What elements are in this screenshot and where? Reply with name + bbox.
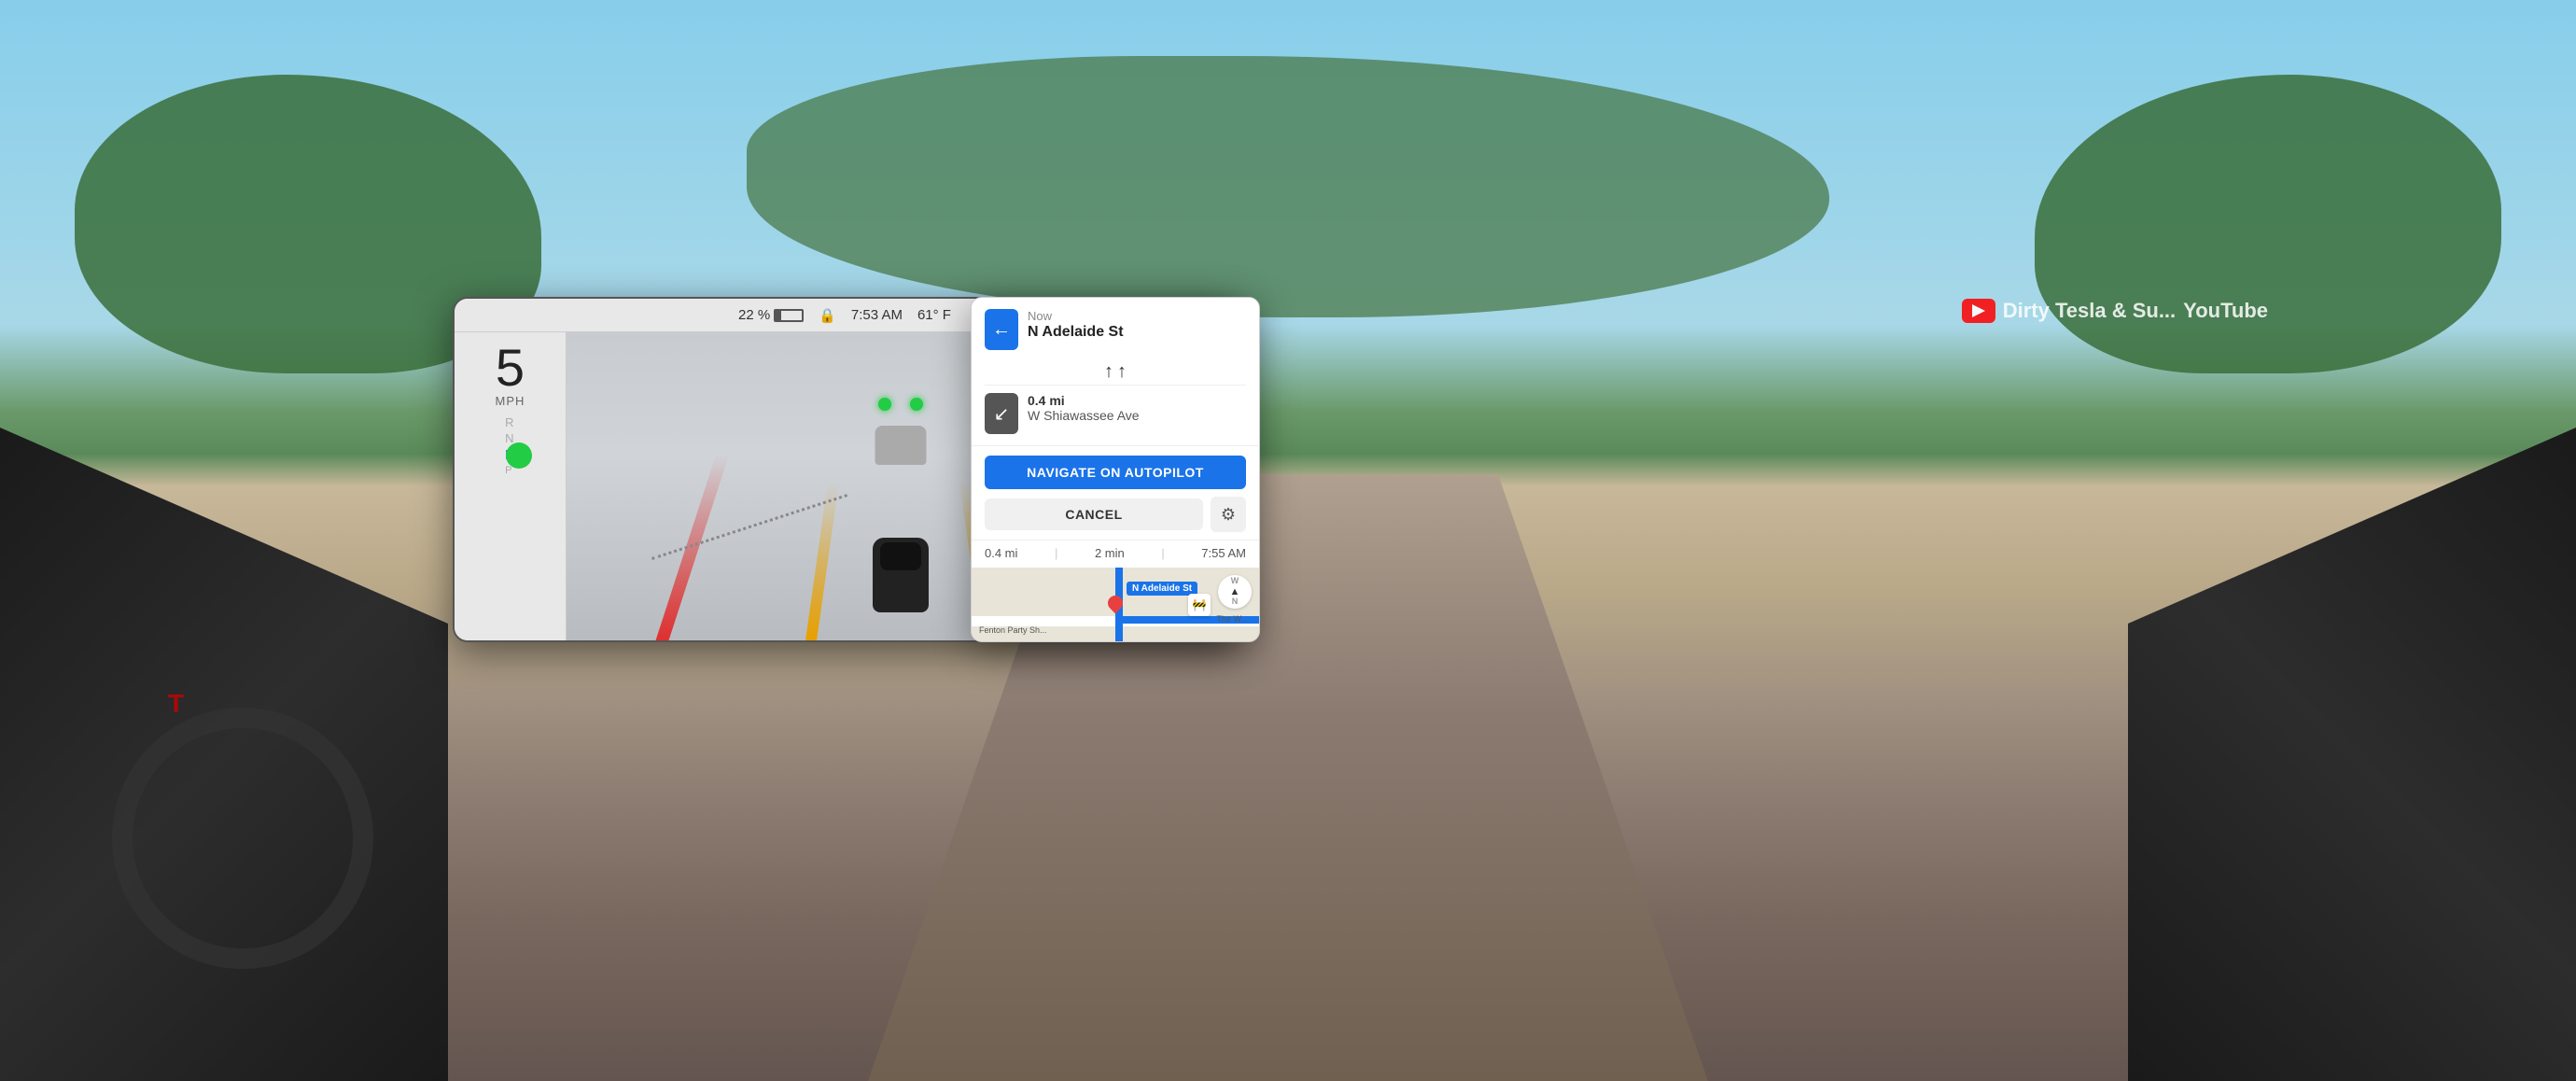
status-temp: 61° F <box>917 307 951 323</box>
map-fenton-label: Fenton Party Sh... <box>979 625 1047 635</box>
nav-map: N Adelaide St Fenton Party Sh... The W..… <box>972 568 1259 642</box>
trip-separator-1: | <box>1055 546 1057 560</box>
trip-time: 2 min <box>1095 546 1125 560</box>
nav-now-text: Now N Adelaide St <box>1028 309 1246 341</box>
nav-now-street: N Adelaide St <box>1028 323 1246 341</box>
traffic-light-2 <box>910 398 923 411</box>
cancel-button[interactable]: CANCEL <box>985 498 1203 530</box>
nav-arrows-row: ↑ ↑ <box>985 359 1246 385</box>
nav-turn-icon-now: ← <box>985 309 1018 350</box>
settings-gear-button[interactable]: ⚙ <box>1211 497 1246 532</box>
navigate-autopilot-button[interactable]: NAVIGATE ON AUTOPILOT <box>985 456 1246 489</box>
nav-now-row: ← Now N Adelaide St <box>985 309 1246 350</box>
trip-distance: 0.4 mi <box>985 546 1017 560</box>
youtube-play-icon <box>1972 304 1985 317</box>
nav-turn-arrow-now: ← <box>992 319 1011 341</box>
nav-next-street: W Shiawassee Ave <box>1028 408 1246 423</box>
nav-now-label: Now <box>1028 309 1246 323</box>
channel-info: Dirty Tesla & Su... YouTube <box>1962 299 2268 323</box>
nav-trip-row: 0.4 mi | 2 min | 7:55 AM <box>972 540 1259 568</box>
nav-next-text: 0.4 mi W Shiawassee Ave <box>1028 393 1246 423</box>
tesla-logo: T <box>168 689 224 726</box>
current-speed: 5 <box>496 342 525 394</box>
ego-car-viz <box>873 538 929 612</box>
nav-turn-icon-next: ↙ <box>985 393 1018 434</box>
speed-unit: MPH <box>496 394 525 408</box>
traffic-lights <box>878 398 923 411</box>
autopilot-indicator-dot <box>506 442 532 469</box>
up-arrow-1: ↑ <box>1104 361 1113 383</box>
map-construction-icon: 🚧 <box>1188 594 1211 616</box>
gear-r: R <box>505 415 515 429</box>
compass-label: W ▲ N <box>1230 577 1240 607</box>
nav-turn-arrow-next: ↙ <box>994 402 1010 426</box>
platform-name: YouTube <box>2183 299 2268 323</box>
battery-percentage: 22 % <box>738 307 770 323</box>
ego-car-body <box>873 538 929 612</box>
other-vehicle <box>875 426 927 465</box>
nav-action-row: CANCEL ⚙ <box>972 497 1259 540</box>
battery-indicator: 22 % <box>738 307 804 323</box>
map-thew-label: The W... <box>1216 614 1248 624</box>
map-compass: W ▲ N <box>1218 575 1252 609</box>
traffic-light-1 <box>878 398 891 411</box>
status-time: 7:53 AM <box>851 307 903 323</box>
trip-separator-2: | <box>1161 546 1164 560</box>
battery-fill <box>776 311 781 320</box>
lock-icon: 🔒 <box>819 307 836 324</box>
nav-next-dist: 0.4 mi <box>1028 393 1246 408</box>
channel-name: Dirty Tesla & Su... <box>2003 299 2176 323</box>
trip-eta: 7:55 AM <box>1201 546 1246 560</box>
up-arrow-2: ↑ <box>1117 361 1127 383</box>
battery-bar <box>774 309 804 322</box>
steering-wheel <box>112 708 373 969</box>
ego-car-top <box>880 542 921 570</box>
youtube-icon <box>1962 299 1995 323</box>
nav-panel: ← Now N Adelaide St ↑ ↑ ↙ 0.4 mi W Shiaw… <box>971 297 1260 642</box>
gear-icon: ⚙ <box>1221 505 1236 525</box>
nav-next-row: ↙ 0.4 mi W Shiawassee Ave <box>985 385 1246 434</box>
map-street-label: N Adelaide St <box>1127 582 1197 596</box>
driving-panel: 5 MPH R N D P <box>455 332 567 640</box>
nav-header: ← Now N Adelaide St ↑ ↑ ↙ 0.4 mi W Shiaw… <box>972 298 1259 446</box>
compass-w: W <box>1231 576 1239 585</box>
compass-n: N <box>1232 597 1239 606</box>
